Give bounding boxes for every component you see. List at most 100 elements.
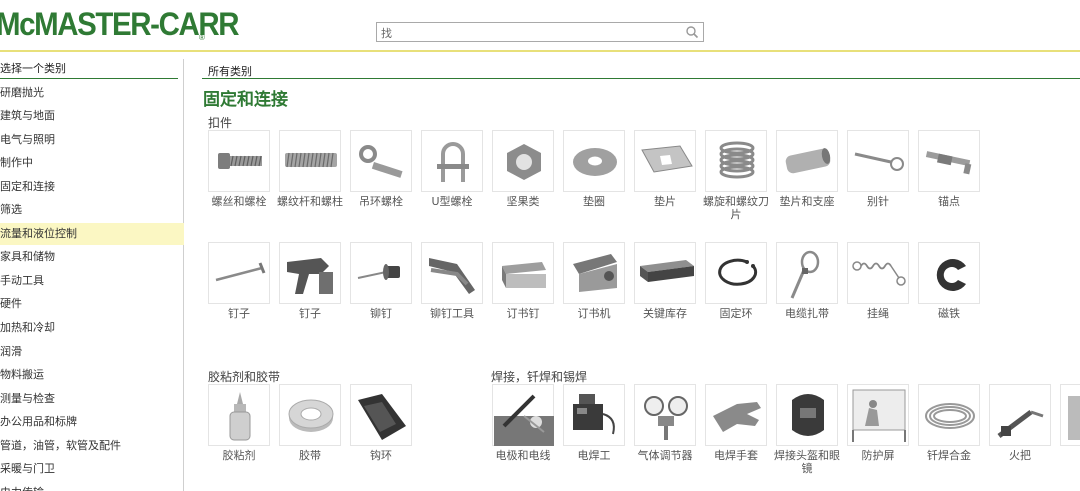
gas-regulator-icon[interactable] [634, 384, 696, 446]
tile-label: 电缆扎带 [785, 307, 829, 320]
nail-gun-icon[interactable] [279, 242, 341, 304]
nail-icon[interactable] [208, 242, 270, 304]
category-tile[interactable]: 吊环螺栓 [350, 130, 412, 208]
category-tile[interactable]: 挂绳 [847, 242, 909, 320]
helical-insert-icon[interactable] [705, 130, 767, 192]
sidebar-item[interactable]: 润滑 [0, 341, 184, 363]
cable-tie-icon[interactable] [776, 242, 838, 304]
category-tile[interactable]: 气体调节器 [634, 384, 696, 462]
cut-off-tile-icon[interactable] [1060, 384, 1080, 446]
category-tile[interactable]: 钎焊合金 [918, 384, 980, 462]
category-tile[interactable]: 垫片和支座 [776, 130, 838, 208]
welder-machine-icon[interactable] [563, 384, 625, 446]
search-input[interactable] [381, 25, 681, 40]
tape-roll-icon[interactable] [279, 384, 341, 446]
category-tile[interactable]: 固定环 [705, 242, 767, 320]
screw-icon[interactable] [208, 130, 270, 192]
sidebar-item[interactable]: 建筑与地面 [0, 105, 184, 127]
sidebar-item[interactable]: 采暖与门卫 [0, 458, 184, 480]
tile-label: 气体调节器 [637, 449, 693, 462]
retaining-ring-icon[interactable] [705, 242, 767, 304]
category-tile[interactable]: 电极和电线 [492, 384, 554, 462]
brazing-alloy-icon[interactable] [918, 384, 980, 446]
threaded-rod-icon[interactable] [279, 130, 341, 192]
category-tile[interactable]: 螺旋和螺纹刀片 [703, 130, 769, 221]
sidebar-item[interactable]: 家具和储物 [0, 246, 184, 268]
sidebar-item[interactable]: 电气与照明 [0, 129, 184, 151]
pin-icon[interactable] [847, 130, 909, 192]
category-tile[interactable]: 订书机 [563, 242, 625, 320]
sidebar-item[interactable]: 固定和连接 [0, 176, 184, 198]
category-tile[interactable]: 铆钉 [350, 242, 412, 320]
hex-nut-icon[interactable] [492, 130, 554, 192]
category-tile[interactable]: 垫圈 [563, 130, 625, 208]
sidebar-item[interactable]: 管道，油管，软管及配件 [0, 435, 184, 457]
sidebar-item[interactable]: 加热和冷却 [0, 317, 184, 339]
breadcrumb-divider [202, 78, 1080, 79]
category-tile[interactable]: 螺丝和螺栓 [208, 130, 270, 208]
staples-icon[interactable] [492, 242, 554, 304]
stapler-icon[interactable] [563, 242, 625, 304]
search-icon[interactable] [685, 25, 699, 39]
category-tile[interactable]: 磁铁 [918, 242, 980, 320]
category-tile[interactable]: 铆钉工具 [421, 242, 483, 320]
tile-label: 吊环螺栓 [359, 195, 403, 208]
category-tile[interactable]: 胶粘剂 [208, 384, 270, 462]
sidebar-item[interactable]: 测量与检查 [0, 388, 184, 410]
lanyard-icon[interactable] [847, 242, 909, 304]
key-stock-icon[interactable] [634, 242, 696, 304]
category-tile[interactable]: 别针 [847, 130, 909, 208]
tile-label: 火把 [1009, 449, 1031, 462]
sidebar-item[interactable]: 物料搬运 [0, 364, 184, 386]
sidebar-item[interactable]: 办公用品和标牌 [0, 411, 184, 433]
category-tile[interactable]: U型螺栓 [421, 130, 483, 208]
category-tile[interactable]: 锚点 [918, 130, 980, 208]
u-bolt-icon[interactable] [421, 130, 483, 192]
eye-bolt-icon[interactable] [350, 130, 412, 192]
welding-glove-icon[interactable] [705, 384, 767, 446]
category-tile[interactable]: 垫片 [634, 130, 696, 208]
page-title: 固定和连接 [203, 90, 288, 110]
rivet-tool-icon[interactable] [421, 242, 483, 304]
category-tile[interactable]: 订书钉 [492, 242, 554, 320]
sidebar-item[interactable]: 筛选 [0, 199, 184, 221]
anchor-icon[interactable] [918, 130, 980, 192]
washer-icon[interactable] [563, 130, 625, 192]
category-tile[interactable]: 钩环 [350, 384, 412, 462]
tile-label: 坚果类 [506, 195, 540, 208]
welding-helmet-icon[interactable] [776, 384, 838, 446]
category-tile[interactable]: 关键库存 [634, 242, 696, 320]
category-tile[interactable]: 电缆扎带 [776, 242, 838, 320]
category-tile[interactable]: 焊接头盔和眼镜 [774, 384, 840, 475]
category-tile-partial[interactable] [1060, 384, 1080, 446]
category-tile[interactable]: 电焊工 [563, 384, 625, 462]
category-tile[interactable]: 螺纹杆和螺柱 [277, 130, 343, 208]
search-box[interactable] [376, 22, 704, 42]
category-tile[interactable]: 防护屏 [847, 384, 909, 462]
category-tile[interactable]: 电焊手套 [705, 384, 767, 462]
rivet-icon[interactable] [350, 242, 412, 304]
sidebar-item[interactable]: 硬件 [0, 293, 184, 315]
sidebar-item-active[interactable]: 流量和液位控制 [0, 223, 184, 245]
category-sidebar: 选择一个类别 研磨抛光 建筑与地面 电气与照明 制作中 固定和连接 筛选 流量和… [0, 59, 184, 491]
category-tile[interactable]: 胶带 [279, 384, 341, 462]
category-tile[interactable]: 坚果类 [492, 130, 554, 208]
tile-label: 钉子 [299, 307, 321, 320]
torch-icon[interactable] [989, 384, 1051, 446]
breadcrumb[interactable]: 所有类别 [208, 63, 252, 79]
category-tile[interactable]: 钉子 [208, 242, 270, 320]
hook-loop-icon[interactable] [350, 384, 412, 446]
category-tile[interactable]: 钉子 [279, 242, 341, 320]
magnet-icon[interactable] [918, 242, 980, 304]
sidebar-item[interactable]: 制作中 [0, 152, 184, 174]
spacer-icon[interactable] [776, 130, 838, 192]
tile-label: 铆钉工具 [430, 307, 474, 320]
sidebar-item[interactable]: 研磨抛光 [0, 82, 184, 104]
protective-screen-icon[interactable] [847, 384, 909, 446]
glue-bottle-icon[interactable] [208, 384, 270, 446]
shim-icon[interactable] [634, 130, 696, 192]
sidebar-item[interactable]: 电力传输 [0, 482, 184, 491]
sidebar-item[interactable]: 手动工具 [0, 270, 184, 292]
category-tile[interactable]: 火把 [989, 384, 1051, 462]
electrode-icon[interactable] [492, 384, 554, 446]
